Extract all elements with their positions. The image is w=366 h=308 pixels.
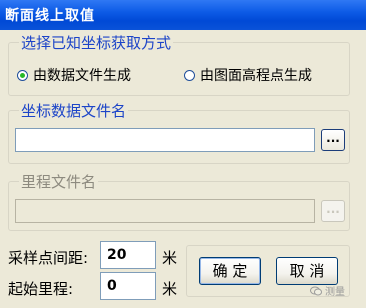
radio-label-elevation-points: 由图面高程点生成 [200,68,312,84]
radio-from-elevation-points[interactable]: 由图面高程点生成 [184,66,312,84]
radio-button-selected[interactable] [17,69,28,81]
start-mileage-input[interactable]: 0 [100,272,156,300]
cancel-button[interactable]: 取 消 [276,257,338,285]
interval-unit: 米 [162,249,178,267]
watermark-text: 测量 [325,287,345,298]
interval-label: 采样点间距: [8,249,89,267]
mileage-file-input[interactable] [15,199,315,223]
radio-button-unselected[interactable] [184,69,195,81]
window-title: 断面线上取值 [5,8,95,24]
radio-from-data-file[interactable]: 由数据文件生成 [17,66,131,84]
interval-input[interactable]: 20 [100,241,156,269]
coord-method-legend: 选择已知坐标获取方式 [19,32,174,53]
start-mileage-unit: 米 [162,280,178,298]
watermark: 测量 [310,283,345,298]
radio-label-data-file: 由数据文件生成 [33,68,131,84]
dialog-window: 断面线上取值 选择已知坐标获取方式 由数据文件生成 由图面高程点生成 坐标数据文… [0,0,366,308]
mileage-file-legend: 里程文件名 [19,171,99,192]
mileage-file-browse-button[interactable]: ... [321,200,345,222]
ok-button[interactable]: 确 定 [199,257,261,285]
coord-file-browse-button[interactable]: ... [321,129,345,151]
start-mileage-label: 起始里程: [8,280,74,298]
coord-file-legend: 坐标数据文件名 [19,100,129,121]
coord-file-input[interactable] [15,128,315,152]
title-bar[interactable]: 断面线上取值 [0,0,366,30]
wechat-icon [310,286,322,295]
